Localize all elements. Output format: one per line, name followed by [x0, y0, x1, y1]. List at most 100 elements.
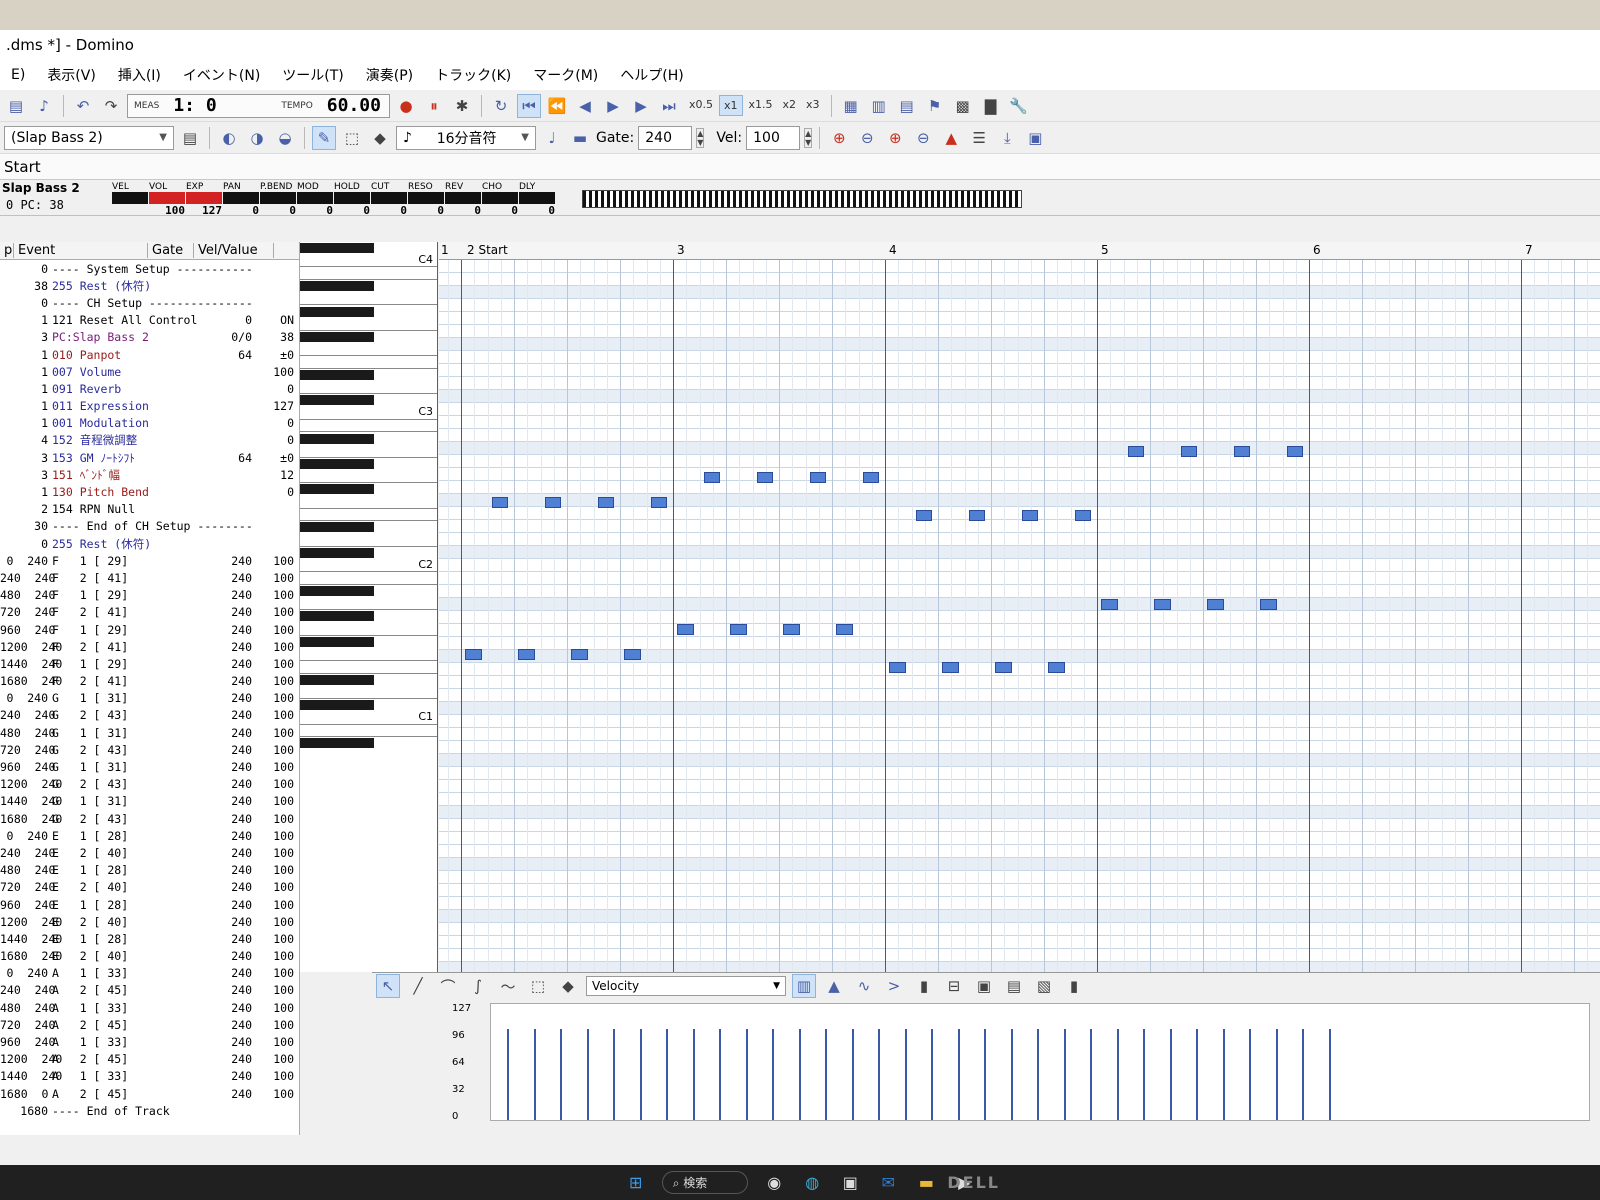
- note-block[interactable]: [756, 471, 773, 483]
- mixer-knob[interactable]: EXP 127: [186, 182, 222, 217]
- velocity-bar[interactable]: [1010, 1028, 1013, 1120]
- velocity-bar[interactable]: [1116, 1028, 1119, 1120]
- speed-button[interactable]: x2: [779, 95, 801, 116]
- event-row[interactable]: 1 091 Reverb 0: [0, 380, 299, 397]
- track-view-icon[interactable]: ▥: [867, 94, 891, 118]
- black-key[interactable]: [300, 243, 374, 253]
- fast-rewind-icon[interactable]: ⏪: [545, 94, 569, 118]
- eraser-icon[interactable]: ◆: [368, 126, 392, 150]
- view-list-icon[interactable]: ▦: [839, 94, 863, 118]
- snap-icon[interactable]: ▬: [568, 126, 592, 150]
- white-key[interactable]: [300, 598, 437, 611]
- black-key[interactable]: [300, 636, 374, 647]
- note-block[interactable]: [1154, 598, 1171, 610]
- black-key[interactable]: [300, 611, 374, 622]
- event-row[interactable]: 1680 ---- End of Track: [0, 1102, 299, 1119]
- select-rect-icon[interactable]: ⬚: [340, 126, 364, 150]
- step-forward-icon[interactable]: ▶: [629, 94, 653, 118]
- note-block[interactable]: [809, 471, 826, 483]
- redo-icon[interactable]: ↷: [99, 94, 123, 118]
- note-block[interactable]: [1260, 598, 1277, 610]
- note-block[interactable]: [491, 497, 508, 508]
- eraser-icon[interactable]: ◆: [556, 974, 580, 998]
- tab-start[interactable]: Start: [0, 154, 1600, 180]
- event-row[interactable]: 480 240 G 1 [ 31] 240 100: [0, 724, 299, 741]
- velocity-bar[interactable]: [745, 1028, 748, 1120]
- vel-value[interactable]: 100: [746, 125, 801, 150]
- event-row[interactable]: 1680 240 G 2 [ 43] 240 100: [0, 810, 299, 827]
- event-row[interactable]: 0 240 E 1 [ 28] 240 100: [0, 827, 299, 844]
- event-row[interactable]: 480 240 F 1 [ 29] 240 100: [0, 587, 299, 604]
- black-key[interactable]: [300, 547, 374, 558]
- velocity-bar[interactable]: [639, 1028, 642, 1120]
- event-row[interactable]: 960 240 F 1 [ 29] 240 100: [0, 621, 299, 638]
- velocity-bar[interactable]: [825, 1028, 827, 1120]
- black-key[interactable]: [300, 306, 374, 317]
- white-key[interactable]: [300, 267, 437, 281]
- step-back-icon[interactable]: ◀: [573, 94, 597, 118]
- black-key[interactable]: [300, 458, 374, 469]
- rewind-to-start-icon[interactable]: ⏮: [516, 93, 541, 118]
- event-row[interactable]: 240 240 A 2 [ 45] 240 100: [0, 982, 299, 999]
- white-key[interactable]: [300, 293, 437, 306]
- black-key[interactable]: [300, 700, 374, 711]
- white-key[interactable]: [300, 572, 437, 585]
- event-row[interactable]: 1680 0A 2 [ 45] 240 100: [0, 1085, 299, 1102]
- white-key[interactable]: [300, 648, 437, 662]
- outlook-icon[interactable]: ✉: [876, 1171, 900, 1195]
- note-block[interactable]: [889, 662, 906, 674]
- white-key[interactable]: [300, 420, 437, 433]
- note-block[interactable]: [942, 662, 959, 674]
- measure-ruler[interactable]: 1 2 Start 3 4 5 6 7: [439, 242, 1600, 260]
- record-icon[interactable]: ●: [394, 94, 418, 118]
- event-row[interactable]: 1680 240 E 2 [ 40] 240 100: [0, 948, 299, 965]
- event-row[interactable]: 1200 240 E 2 [ 40] 240 100: [0, 913, 299, 930]
- note-block[interactable]: [1180, 446, 1197, 458]
- velocity-bar[interactable]: [1063, 1028, 1066, 1120]
- roll-grid[interactable]: [439, 260, 1600, 972]
- velocity-bar[interactable]: [984, 1028, 986, 1120]
- pencil-icon[interactable]: ✎: [312, 125, 336, 150]
- position-display[interactable]: MEAS 1: 0 TEMPO 60.00: [127, 93, 390, 118]
- event-row[interactable]: 960 240 E 1 [ 28] 240 100: [0, 896, 299, 913]
- note-block[interactable]: [1286, 446, 1303, 458]
- event-row[interactable]: 960 240 A 1 [ 33] 240 100: [0, 1033, 299, 1050]
- curve-tool-icon[interactable]: ⌒: [436, 974, 460, 998]
- mixer-knob[interactable]: VEL: [112, 182, 148, 204]
- note-block[interactable]: [915, 509, 932, 521]
- note-block[interactable]: [1127, 446, 1144, 458]
- white-key[interactable]: [300, 509, 437, 522]
- mixer-knob[interactable]: CUT 0: [371, 182, 407, 217]
- gate-value[interactable]: 240: [638, 125, 693, 150]
- event-row[interactable]: 1 130 Pitch Bend 0: [0, 483, 299, 500]
- velocity-bar[interactable]: [1143, 1028, 1145, 1120]
- velocity-bar[interactable]: [1249, 1028, 1251, 1120]
- velocity-bar[interactable]: [1222, 1028, 1225, 1120]
- event-row[interactable]: 3 153 GM ﾉｰﾄｼﾌﾄ 64 ±0: [0, 449, 299, 466]
- event-row[interactable]: 1440 240 A 1 [ 33] 240 100: [0, 1068, 299, 1085]
- white-key[interactable]: [300, 445, 437, 458]
- black-key[interactable]: [300, 395, 374, 406]
- event-row[interactable]: 1 010 Panpot 64 ±0: [0, 346, 299, 363]
- bell-icon[interactable]: ▲: [939, 126, 963, 150]
- event-row[interactable]: 38 255 Rest (休符): [0, 277, 299, 294]
- black-key[interactable]: [300, 484, 374, 495]
- note-length-select[interactable]: ♪ 16分音符 ▼: [396, 125, 536, 150]
- velocity-bar[interactable]: [507, 1028, 509, 1120]
- accent-icon[interactable]: >: [882, 974, 906, 998]
- edge-icon[interactable]: ◍: [800, 1171, 824, 1195]
- freehand-icon[interactable]: 〜: [496, 974, 520, 998]
- mixer-knob[interactable]: HOLD 0: [334, 182, 370, 217]
- event-row[interactable]: 4 152 音程微調整 0: [0, 432, 299, 449]
- speaker-solo-icon[interactable]: ◒: [273, 126, 297, 150]
- instrument-list-icon[interactable]: ▤: [178, 126, 202, 150]
- menu-item-5[interactable]: 演奏(P): [357, 62, 422, 88]
- instrument-select[interactable]: (Slap Bass 2) ▼: [4, 125, 174, 150]
- event-row[interactable]: 480 240 E 1 [ 28] 240 100: [0, 862, 299, 879]
- marker-icon[interactable]: ⚑: [923, 94, 947, 118]
- open-file-icon[interactable]: ▤: [4, 94, 28, 118]
- event-row[interactable]: 720 240 G 2 [ 43] 240 100: [0, 741, 299, 758]
- event-row[interactable]: 720 240 A 2 [ 45] 240 100: [0, 1016, 299, 1033]
- settings-wrench-icon[interactable]: 🔧: [1007, 94, 1031, 118]
- note-block[interactable]: [650, 497, 667, 508]
